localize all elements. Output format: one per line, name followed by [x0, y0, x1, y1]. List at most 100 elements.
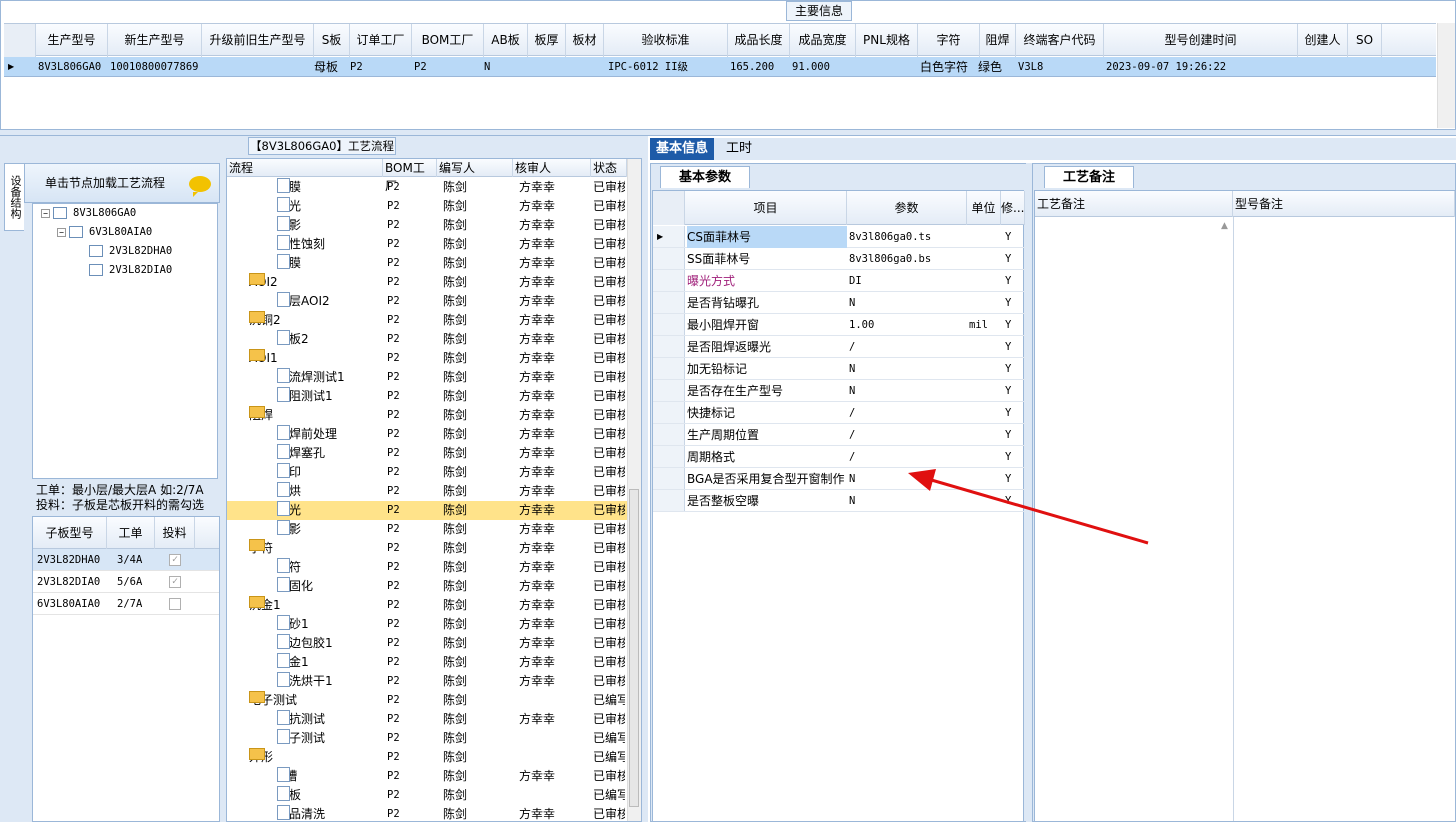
param-row[interactable]: 曝光方式 DI Y	[653, 270, 1025, 292]
param-value[interactable]: N	[849, 380, 965, 402]
tab-work-hours[interactable]: 工时	[720, 138, 758, 160]
flow-row[interactable]: 终固化 P2 陈剑 方幸幸 已审核	[227, 577, 627, 596]
flow-row[interactable]: −AOI1 P2 陈剑 方幸幸 已审核	[227, 349, 627, 368]
collapse-icon[interactable]: −	[41, 208, 50, 218]
flow-row[interactable]: −沉铜2 P2 陈剑 方幸幸 已审核	[227, 311, 627, 330]
tab-basic-info[interactable]: 基本信息	[650, 138, 715, 160]
cell-model[interactable]: 8V3L806GA0	[36, 57, 108, 77]
cell-order-factory[interactable]: P2	[348, 57, 410, 77]
param-value[interactable]: DI	[849, 270, 965, 292]
param-value[interactable]: N	[849, 292, 965, 314]
col-header[interactable]: 新生产型号	[108, 24, 202, 57]
row-selector[interactable]	[653, 314, 685, 335]
col-header[interactable]: SO	[1348, 24, 1382, 57]
row-selector[interactable]	[653, 380, 685, 401]
flow-row[interactable]: −外形 P2 陈剑 已编写	[227, 748, 627, 767]
sub-board-row[interactable]: 2V3L82DHA0 3/4A ✓	[33, 549, 219, 571]
row-selector[interactable]	[653, 490, 685, 511]
param-row[interactable]: 加无铅标记 N Y	[653, 358, 1025, 380]
col-header[interactable]: 阻焊	[980, 24, 1016, 57]
cell-s-board[interactable]: 母板	[312, 57, 350, 77]
col-header[interactable]: 板材	[566, 24, 604, 57]
flow-row[interactable]: 字符 P2 陈剑 方幸幸 已审核	[227, 558, 627, 577]
cell-thickness[interactable]	[528, 57, 566, 77]
cell-creator[interactable]	[1298, 57, 1348, 77]
cell-width[interactable]: 91.000	[790, 57, 856, 77]
device-structure-tab[interactable]: 设备结构	[4, 163, 24, 231]
flow-row[interactable]: −阻焊 P2 陈剑 方幸幸 已审核	[227, 406, 627, 425]
row-selector[interactable]	[653, 248, 685, 269]
param-value[interactable]: /	[849, 424, 965, 446]
tab-basic-params[interactable]: 基本参数	[660, 166, 750, 188]
col-header[interactable]: 状态	[591, 159, 627, 177]
param-row[interactable]: SS面菲林号 8v3l806ga0.bs Y	[653, 248, 1025, 270]
col-header[interactable]: 订单工厂	[350, 24, 412, 57]
cell-mask[interactable]: 绿色	[976, 57, 1016, 77]
tab-process-notes[interactable]: 工艺备注	[1044, 166, 1134, 188]
cell-ab-board[interactable]: N	[482, 57, 526, 77]
row-selector[interactable]	[653, 336, 685, 357]
col-header[interactable]: 编写人	[437, 159, 513, 177]
flow-row[interactable]: 外层AOI2 P2 陈剑 方幸幸 已审核	[227, 292, 627, 311]
col-header[interactable]: 成品长度	[728, 24, 790, 57]
col-header[interactable]: 项目	[685, 191, 847, 225]
flow-row[interactable]: 喷砂1 P2 陈剑 方幸幸 已审核	[227, 615, 627, 634]
col-header[interactable]: 验收标准	[604, 24, 728, 57]
flow-row[interactable]: 显影 P2 陈剑 方幸幸 已审核	[227, 216, 627, 235]
sub-board-row[interactable]: 2V3L82DIA0 5/6A ✓	[33, 571, 219, 593]
col-header[interactable]: AB板	[484, 24, 528, 57]
cell-standard[interactable]: IPC-6012 II级	[606, 57, 730, 77]
col-header[interactable]: 工单	[107, 517, 155, 549]
flow-row[interactable]: 酸性蚀刻 P2 陈剑 方幸幸 已审核	[227, 235, 627, 254]
flow-row[interactable]: 显影 P2 陈剑 方幸幸 已审核	[227, 520, 627, 539]
flow-row[interactable]: 阻抗测试 P2 陈剑 方幸幸 已审核	[227, 710, 627, 729]
col-header[interactable]: 板厚	[528, 24, 566, 57]
row-selector[interactable]	[653, 468, 685, 489]
col-header[interactable]: 工艺备注	[1035, 191, 1233, 217]
flow-row[interactable]: −AOI2 P2 陈剑 方幸幸 已审核	[227, 273, 627, 292]
col-header[interactable]: 流程	[227, 159, 383, 177]
col-header[interactable]: BOM工厂	[383, 159, 437, 193]
flow-row[interactable]: V槽 P2 陈剑 方幸幸 已审核	[227, 767, 627, 786]
col-header[interactable]: 修...	[1001, 191, 1025, 225]
col-header[interactable]: 字符	[918, 24, 980, 57]
param-value[interactable]: /	[849, 402, 965, 424]
cell-old-model[interactable]	[202, 57, 314, 77]
flow-row[interactable]: 丝印 P2 陈剑 方幸幸 已审核	[227, 463, 627, 482]
cell-pnl[interactable]	[856, 57, 918, 77]
flow-row[interactable]: 水洗烘干1 P2 陈剑 方幸幸 已审核	[227, 672, 627, 691]
flow-row[interactable]: 贴膜 P2 陈剑 方幸幸 已审核	[227, 178, 627, 197]
param-row[interactable]: 是否背钻曝孔 N Y	[653, 292, 1025, 314]
col-header[interactable]: 参数	[847, 191, 967, 225]
main-info-scrollbar[interactable]	[1437, 23, 1455, 128]
row-selector[interactable]	[653, 292, 685, 313]
cell-char[interactable]: 白色字符	[918, 57, 980, 77]
flow-row[interactable]: 曝光 P2 陈剑 方幸幸 已审核	[227, 197, 627, 216]
cell-so[interactable]	[1348, 57, 1382, 77]
col-header[interactable]: 成品宽度	[790, 24, 856, 57]
flow-row[interactable]: 阻焊前处理 P2 陈剑 方幸幸 已审核	[227, 425, 627, 444]
col-header[interactable]: 创建人	[1298, 24, 1348, 57]
row-selector[interactable]	[653, 402, 685, 423]
cell-bom-factory[interactable]: P2	[412, 57, 484, 77]
tree-node-leaf[interactable]: 2V3L82DIA0	[89, 261, 172, 279]
param-value[interactable]: /	[849, 336, 965, 358]
scroll-up-icon[interactable]: ▲	[1221, 221, 1228, 231]
col-header[interactable]: 子板型号	[33, 517, 107, 549]
col-header[interactable]: S板	[314, 24, 350, 57]
param-value[interactable]: 8v3l806ga0.ts	[849, 226, 965, 248]
col-header[interactable]: 生产型号	[36, 24, 108, 57]
param-row[interactable]: 是否存在生产型号 N Y	[653, 380, 1025, 402]
col-header[interactable]: 型号创建时间	[1104, 24, 1298, 57]
col-header[interactable]: 型号备注	[1233, 191, 1455, 217]
flow-row[interactable]: −字符 P2 陈剑 方幸幸 已审核	[227, 539, 627, 558]
param-row[interactable]: 是否阻焊返曝光 / Y	[653, 336, 1025, 358]
cell-length[interactable]: 165.200	[728, 57, 790, 77]
flow-row[interactable]: 回流焊测试1 P2 陈剑 方幸幸 已审核	[227, 368, 627, 387]
row-selector[interactable]	[653, 446, 685, 467]
feed-checkbox[interactable]: ✓	[169, 554, 181, 566]
cell-created-time[interactable]: 2023-09-07 19:26:22	[1104, 57, 1298, 77]
param-row[interactable]: ▶ CS面菲林号 8v3l806ga0.ts Y	[653, 226, 1025, 248]
row-selector[interactable]	[653, 270, 685, 291]
feed-checkbox[interactable]	[169, 598, 181, 610]
